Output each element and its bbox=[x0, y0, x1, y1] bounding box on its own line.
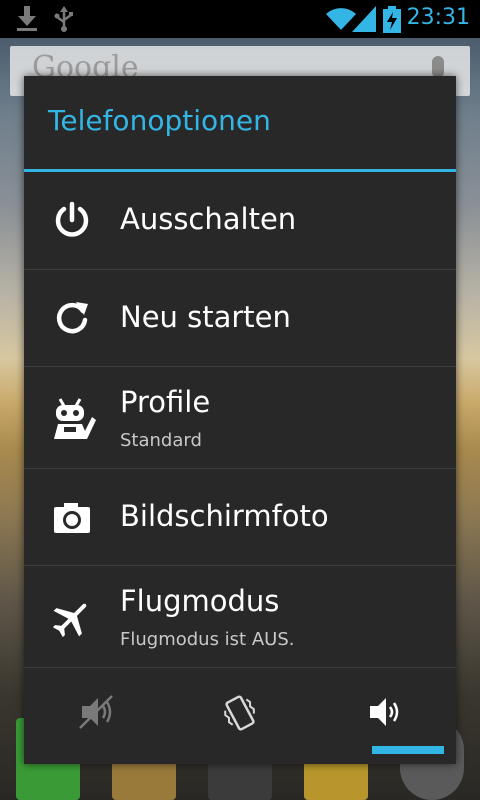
download-icon bbox=[17, 6, 37, 31]
signal-icon bbox=[352, 6, 376, 32]
airplane-icon bbox=[52, 603, 87, 638]
airplane-mode-item[interactable]: Flugmodus Flugmodus ist AUS. bbox=[24, 566, 456, 667]
status-time: 23:31 bbox=[406, 5, 470, 30]
dialog-title: Telefonoptionen bbox=[48, 104, 271, 137]
power-off-label: Ausschalten bbox=[120, 202, 297, 236]
camera-icon bbox=[54, 503, 90, 533]
vibrate-mode-button[interactable] bbox=[168, 668, 312, 764]
mic-icon bbox=[432, 56, 444, 78]
phone-options-dialog: Telefonoptionen Ausschalten Neu starten … bbox=[24, 76, 456, 764]
profiles-current: Standard bbox=[120, 430, 202, 451]
profiles-label: Profile bbox=[120, 385, 211, 419]
restart-label: Neu starten bbox=[120, 300, 291, 334]
active-sound-mode-indicator bbox=[372, 746, 444, 754]
battery-charging-icon bbox=[383, 6, 401, 33]
profiles-item[interactable]: Profile Standard bbox=[24, 367, 456, 468]
usb-icon bbox=[54, 6, 73, 32]
screenshot-label: Bildschirmfoto bbox=[120, 499, 329, 533]
silent-mode-button[interactable] bbox=[24, 668, 168, 764]
power-off-item[interactable]: Ausschalten bbox=[24, 172, 456, 269]
restart-icon bbox=[56, 302, 88, 334]
sound-mode-selector bbox=[24, 668, 456, 764]
profile-robot-icon bbox=[54, 398, 96, 439]
restart-item[interactable]: Neu starten bbox=[24, 270, 456, 366]
sound-on-icon bbox=[370, 698, 399, 726]
silent-icon bbox=[79, 695, 113, 729]
status-bar: 23:31 bbox=[0, 0, 480, 38]
screenshot-item[interactable]: Bildschirmfoto bbox=[24, 469, 456, 565]
power-icon bbox=[55, 201, 89, 237]
airplane-mode-label: Flugmodus bbox=[120, 584, 280, 618]
airplane-mode-status: Flugmodus ist AUS. bbox=[120, 629, 295, 650]
vibrate-icon bbox=[224, 695, 255, 731]
